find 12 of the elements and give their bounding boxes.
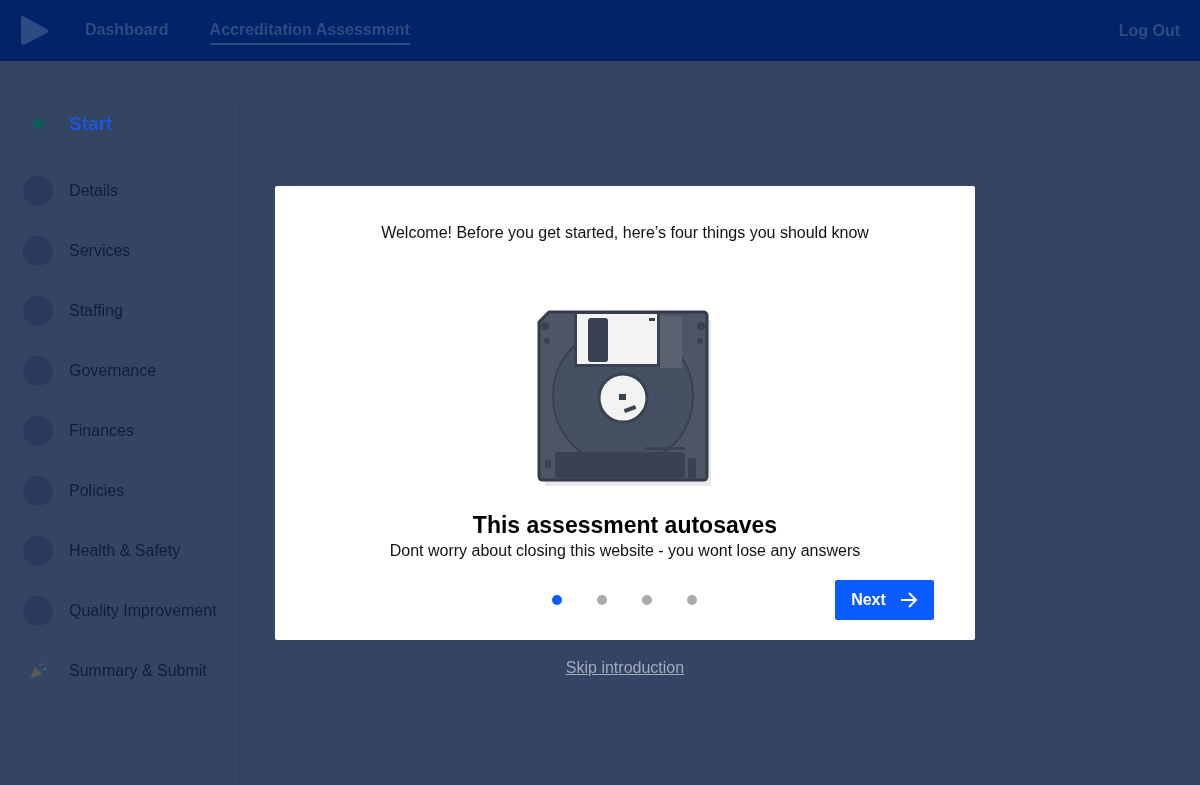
intro-text: Welcome! Before you get started, here’s four things you should know <box>381 224 869 242</box>
page-indicator-dot[interactable] <box>597 595 607 605</box>
page-indicator-dot[interactable] <box>642 595 652 605</box>
logo-icon[interactable] <box>18 14 50 47</box>
next-button[interactable]: Next <box>835 580 934 620</box>
step-link[interactable]: Start <box>69 113 113 135</box>
skip-introduction-link[interactable]: Skip introduction <box>565 659 685 677</box>
dialog-message: Dont worry about closing this website - you wont lose any answers <box>389 542 861 560</box>
dialog-heading: This assessment autosaves <box>472 512 778 539</box>
arrow-right-icon <box>899 591 918 609</box>
page-indicator-dot[interactable] <box>552 595 562 605</box>
page-indicator-dot[interactable] <box>687 595 697 605</box>
